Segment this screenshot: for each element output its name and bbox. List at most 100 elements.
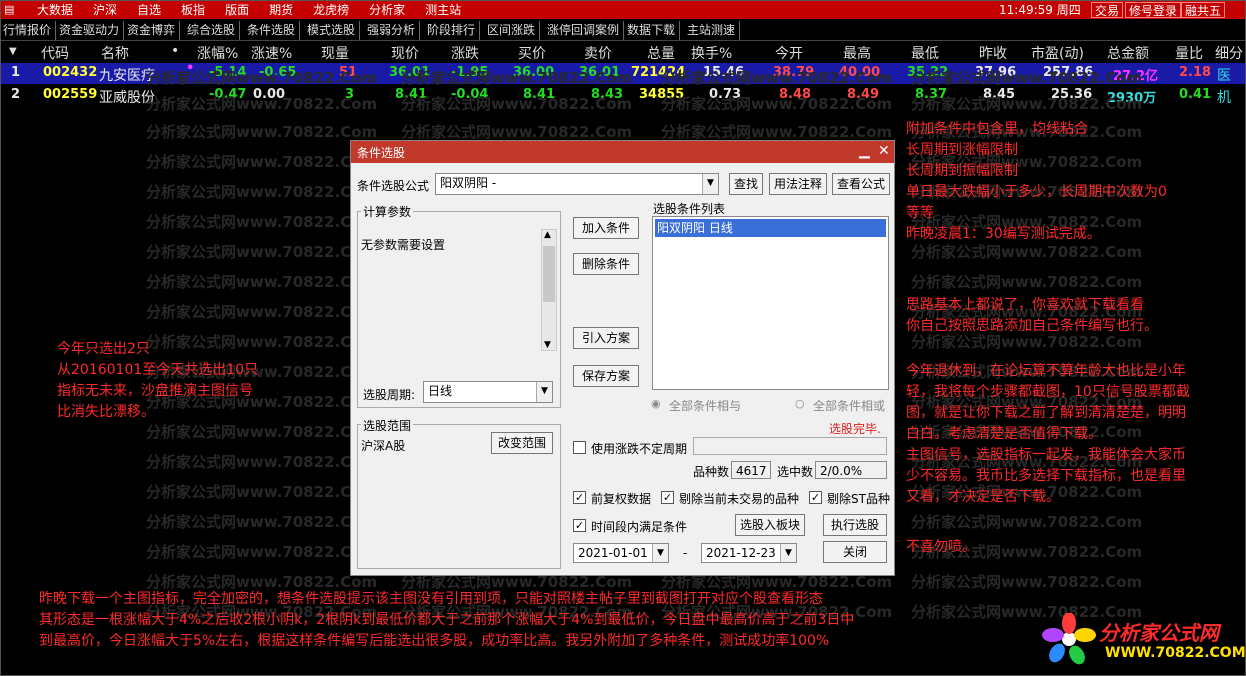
- col-volume-now[interactable]: 现量: [321, 43, 349, 63]
- col-ask[interactable]: 卖价: [584, 43, 612, 63]
- annotation-line: 你自己按照思路添加自己条件编写也行。: [906, 318, 1158, 334]
- period-condition-label: 时间段内满足条件: [591, 520, 688, 534]
- dialog-titlebar[interactable]: 条件选股 ▁ ✕: [351, 141, 894, 163]
- col-low[interactable]: 最低: [911, 43, 939, 63]
- annotation-line: 白白。考虑清楚是否值得下载。: [906, 426, 1102, 442]
- watermark-text: 分析家公式网www.70822.Com: [146, 183, 378, 201]
- adjusted-data-checkbox[interactable]: ✓: [573, 491, 586, 504]
- sector: 机: [1217, 90, 1231, 106]
- menu-item[interactable]: 沪深: [83, 1, 127, 19]
- trade-button[interactable]: 交易: [1091, 2, 1124, 18]
- close-button[interactable]: 关闭: [823, 541, 887, 563]
- chevron-down-icon[interactable]: ▼: [536, 382, 552, 402]
- tab-data-download[interactable]: 数据下载: [623, 21, 681, 40]
- import-scheme-button[interactable]: 引入方案: [573, 327, 639, 349]
- close-icon[interactable]: ✕: [878, 143, 890, 159]
- annotation-right-4: 不喜勿喷。: [906, 537, 976, 558]
- col-change-pct[interactable]: 涨幅%: [197, 43, 238, 63]
- menu-item[interactable]: 测主站: [415, 1, 471, 19]
- col-sector[interactable]: 细分: [1215, 43, 1243, 63]
- undetermined-period-checkbox[interactable]: [573, 441, 586, 454]
- function-tabs: 行情报价 资金驱动力 资金博弈 综合选股 条件选股 模式选股 强弱分析 阶段排行…: [1, 20, 1245, 41]
- chevron-down-icon[interactable]: ▼: [780, 544, 796, 562]
- menu-item[interactable]: 龙虎榜: [303, 1, 359, 19]
- chevron-down-icon[interactable]: ▼: [652, 544, 668, 562]
- sort-arrow-icon[interactable]: ▼: [9, 46, 17, 57]
- col-price[interactable]: 现价: [391, 43, 419, 63]
- tab-capital-drive[interactable]: 资金驱动力: [55, 21, 125, 40]
- period-condition-checkbox[interactable]: ✓: [573, 519, 586, 532]
- chevron-down-icon[interactable]: ▼: [702, 174, 718, 194]
- col-change[interactable]: 涨跌: [451, 43, 479, 63]
- volume-ratio: 2.18: [1179, 65, 1212, 80]
- formula-select[interactable]: 阳双阴阳 - ▼: [435, 173, 719, 195]
- tab-capital-game[interactable]: 资金博弈: [123, 21, 181, 40]
- scrollbar-thumb[interactable]: [543, 246, 555, 302]
- watermark-text: 分析家公式网www.70822.Com: [146, 543, 378, 561]
- menu-item[interactable]: 版面: [215, 1, 259, 19]
- menu-item[interactable]: 自选: [127, 1, 171, 19]
- col-amount[interactable]: 总金额: [1107, 43, 1149, 63]
- find-button[interactable]: 查找: [729, 173, 763, 195]
- tab-condition-select[interactable]: 条件选股: [243, 21, 301, 40]
- tab-interval-change[interactable]: 区间涨跌: [483, 21, 541, 40]
- adjusted-data-label: 前复权数据: [591, 492, 652, 506]
- exclude-untraded-checkbox[interactable]: ✓: [661, 491, 674, 504]
- col-bid[interactable]: 买价: [518, 43, 546, 63]
- menu-item[interactable]: 期货: [259, 1, 303, 19]
- annotation-line: 今年只选出2只: [57, 341, 150, 357]
- save-scheme-button[interactable]: 保存方案: [573, 365, 639, 387]
- date-from-input[interactable]: 2021-01-01 ▼: [573, 543, 669, 563]
- scroll-down-icon[interactable]: ▼: [544, 340, 551, 350]
- tab-quotes[interactable]: 行情报价: [1, 21, 57, 40]
- usage-button[interactable]: 用法注释: [769, 173, 827, 195]
- list-item[interactable]: 阳双阴阳 日线: [655, 219, 886, 237]
- col-high[interactable]: 最高: [843, 43, 871, 63]
- col-code[interactable]: 代码: [41, 43, 69, 63]
- view-formula-button[interactable]: 查看公式: [832, 173, 890, 195]
- tab-speed-test[interactable]: 主站测速: [683, 21, 741, 40]
- col-name[interactable]: 名称: [101, 43, 129, 63]
- watermark-text: 分析家公式网www.70822.Com: [146, 423, 378, 441]
- col-pe[interactable]: 市盈(动): [1031, 43, 1084, 63]
- range-group-label: 选股范围: [361, 417, 414, 434]
- add-condition-button[interactable]: 加入条件: [573, 217, 639, 239]
- col-open[interactable]: 今开: [775, 43, 803, 63]
- login-button[interactable]: 修号登录: [1125, 2, 1182, 18]
- annotation-right-3: 今年退休到，在论坛算不算年龄大也比是小年 轻，我将每个步骤都截图，10只信号股票…: [906, 361, 1190, 508]
- margin-button[interactable]: 融共五: [1181, 2, 1226, 18]
- undetermined-period-field[interactable]: [693, 437, 887, 455]
- radio-or-label: 全部条件相或: [813, 399, 886, 413]
- menu-item[interactable]: 分析家: [359, 1, 415, 19]
- col-volume-ratio[interactable]: 量比: [1175, 43, 1203, 63]
- change-range-button[interactable]: 改变范围: [491, 432, 553, 454]
- range-value: 沪深A股: [361, 439, 406, 453]
- delete-condition-button[interactable]: 删除条件: [573, 253, 639, 275]
- exclude-st-checkbox[interactable]: ✓: [809, 491, 822, 504]
- watermark-text: 分析家公式网www.70822.Com: [146, 123, 378, 141]
- radio-and-icon[interactable]: ◉: [651, 397, 661, 410]
- date-to-input[interactable]: 2021-12-23 ▼: [701, 543, 797, 563]
- tab-strength-analysis[interactable]: 强弱分析: [363, 21, 421, 40]
- period-select[interactable]: 日线 ▼: [423, 381, 553, 403]
- tab-pattern-select[interactable]: 模式选股: [303, 21, 361, 40]
- minimize-icon[interactable]: ▁: [859, 143, 870, 159]
- tab-limit-up-cases[interactable]: 涨停回调案例: [543, 21, 625, 40]
- col-volume[interactable]: 总量: [647, 43, 675, 63]
- count-label: 品种数: [693, 465, 730, 479]
- params-scrollbar[interactable]: ▲ ▼: [541, 229, 557, 351]
- watermark-text: 分析家公式网www.70822.Com: [911, 513, 1143, 531]
- menu-item[interactable]: 板指: [171, 1, 215, 19]
- tab-stage-ranking[interactable]: 阶段排行: [423, 21, 481, 40]
- col-speed[interactable]: 涨速%: [251, 43, 292, 63]
- to-block-button[interactable]: 选股入板块: [735, 514, 805, 536]
- run-select-button[interactable]: 执行选股: [823, 514, 887, 536]
- brand-name: 分析家公式网: [1099, 621, 1219, 645]
- condition-list[interactable]: 阳双阴阳 日线: [652, 216, 889, 390]
- tab-composite-select[interactable]: 综合选股: [183, 21, 241, 40]
- col-turnover[interactable]: 换手%: [691, 43, 732, 63]
- scroll-up-icon[interactable]: ▲: [544, 230, 551, 240]
- col-prev-close[interactable]: 昨收: [979, 43, 1007, 63]
- radio-or-icon[interactable]: ○: [795, 397, 805, 410]
- menu-item[interactable]: 大数据: [27, 1, 83, 19]
